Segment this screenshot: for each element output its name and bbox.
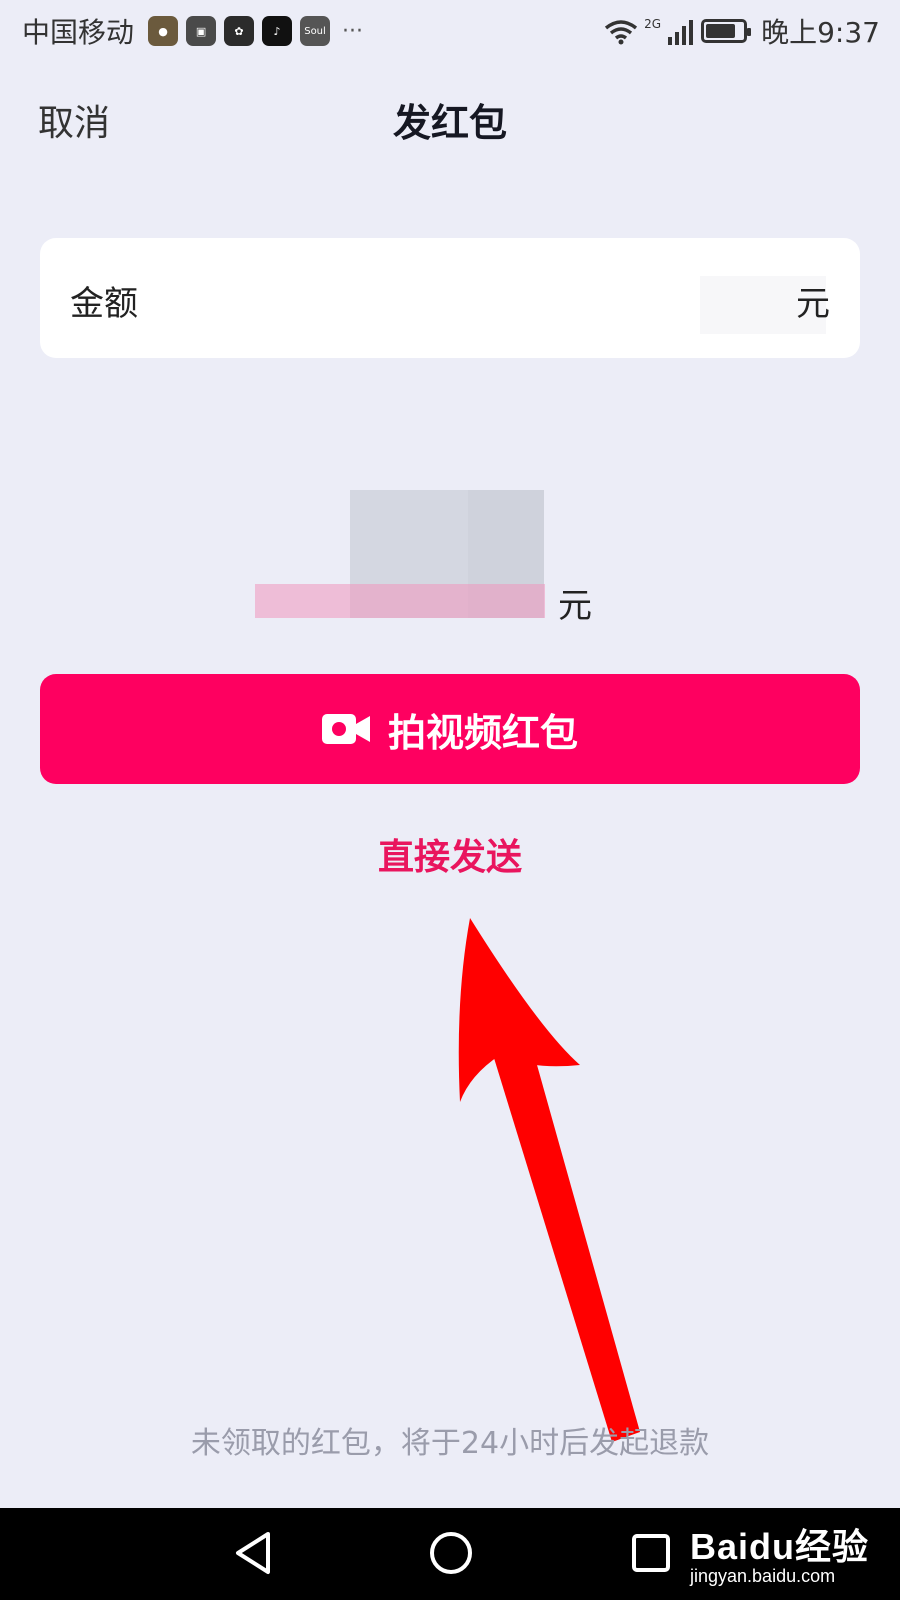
wifi-icon (605, 20, 638, 45)
annotation-arrow-shaft (490, 1040, 640, 1442)
signal-icons: 2G (604, 17, 694, 45)
cellular-signal-icon (668, 20, 694, 45)
page-header: 取消 发红包 (0, 80, 900, 152)
navigation-bar: Baidu经验 jingyan.baidu.com (0, 1508, 900, 1600)
status-bar: 中国移动 ● ▣ ✿ ♪ Soul ··· 2G 晚上9:37 (0, 0, 900, 62)
refund-note: 未领取的红包，将于24小时后发起退款 (190, 1426, 710, 1461)
watermark-logo: Baidu经验 (690, 1526, 870, 1567)
video-camera-icon (321, 714, 370, 744)
total-amount-display: 元 (0, 490, 900, 626)
battery-fill (706, 24, 735, 38)
network-type-label: 2G (644, 17, 662, 31)
huawei-icon: ✿ (224, 16, 255, 46)
video-button-label: 拍视频红包 (387, 710, 578, 755)
baidu-jingyan-watermark: Baidu经验 jingyan.baidu.com (690, 1518, 869, 1587)
obscured-highlight (255, 584, 545, 618)
annotation-arrow-head (458, 918, 580, 1102)
soul-icon: Soul (300, 16, 331, 46)
recent-apps-icon[interactable] (630, 1532, 672, 1574)
total-unit: 元 (558, 586, 592, 626)
status-left: 中国移动 ● ▣ ✿ ♪ Soul ··· (22, 11, 363, 51)
amount-card: 金额 元 (40, 238, 860, 358)
app-icon-1: ● (148, 16, 179, 46)
status-right: 2G 晚上9:37 (604, 11, 880, 51)
app-icon-2: ▣ (186, 16, 217, 46)
amount-label: 金额 (70, 284, 138, 324)
page-title: 发红包 (392, 101, 507, 145)
more-notifications-icon: ··· (342, 18, 363, 44)
direct-send-link[interactable]: 直接发送 (0, 828, 900, 880)
battery-icon (701, 19, 752, 43)
tiktok-icon: ♪ (262, 16, 293, 46)
back-icon[interactable] (228, 1528, 278, 1578)
carrier-label: 中国移动 (22, 16, 135, 49)
amount-unit: 元 (796, 284, 830, 324)
video-red-packet-button[interactable]: 拍视频红包 (40, 674, 860, 784)
home-icon[interactable] (428, 1530, 474, 1576)
clock-time: 晚上9:37 (761, 16, 880, 49)
